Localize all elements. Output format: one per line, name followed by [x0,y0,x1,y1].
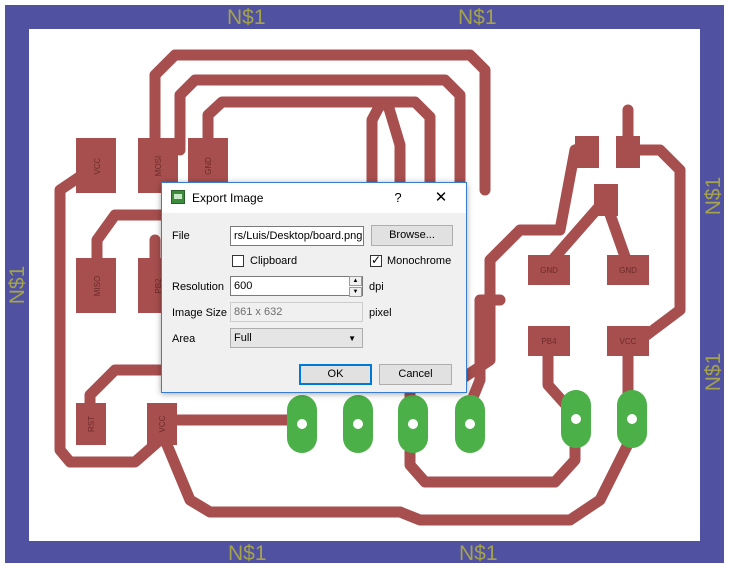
close-button[interactable]: ✕ [430,188,452,208]
net-label-left: N$1 [6,266,29,305]
monochrome-checkbox[interactable]: ✓ [370,253,382,267]
ok-button[interactable]: OK [299,364,372,385]
net-label-top-right: N$1 [458,6,497,29]
file-path-field[interactable]: rs/Luis/Desktop/board.png [230,226,364,246]
export-image-dialog: Export Image ? ✕ File rs/Luis/Desktop/bo… [161,182,467,393]
net-label-bottom-left: N$1 [228,542,267,565]
browse-button[interactable]: Browse... [371,225,453,246]
pad-label-miso: MISO [93,276,102,296]
app-icon [171,190,185,204]
pad-label-pb4: PB4 [541,337,557,346]
pad-small-2 [616,136,640,168]
help-button[interactable]: ? [388,188,408,208]
pad-label-gnd-top: GND [204,157,213,175]
pad-label-gnd-right-2: GND [619,266,637,275]
pad-small-1 [575,136,599,168]
resolution-label: Resolution [172,281,224,293]
area-select-value: Full [234,332,252,344]
area-label: Area [172,333,196,345]
image-size-field: 861 x 632 [230,302,363,322]
pad-label-vcc-bottom: VCC [158,415,167,432]
net-label-right-upper: N$1 [702,177,725,216]
pad-label-mosi: MOSI [154,156,163,176]
cancel-button[interactable]: Cancel [379,364,452,385]
header-pins [287,390,647,453]
net-label-bottom-right: N$1 [459,542,498,565]
spin-up-icon[interactable]: ▲ [349,276,362,286]
net-label-top-left: N$1 [227,6,266,29]
pad-label-rst: RST [87,416,96,432]
clipboard-checkbox[interactable] [232,255,244,267]
pad-label-gnd-right-1: GND [540,266,558,275]
resolution-spinner[interactable]: ▲ ▼ [349,276,362,297]
clipboard-label: Clipboard [250,255,298,267]
spin-down-icon[interactable]: ▼ [349,287,362,297]
area-select[interactable]: Full ▼ [230,328,363,348]
pad-label-vcc-top: VCC [93,157,102,174]
dialog-titlebar[interactable]: Export Image ? ✕ [162,183,466,213]
monochrome-label: Monochrome [387,255,452,267]
dialog-title: Export Image [192,191,264,205]
checkmark-icon: ✓ [371,253,382,267]
file-label: File [172,230,190,242]
net-label-right-lower: N$1 [702,353,725,392]
resolution-unit: dpi [369,281,384,293]
pad-label-vcc-right: VCC [620,337,637,346]
pad-small-3 [594,184,618,216]
image-size-label: Image Size [172,307,228,319]
resolution-input[interactable]: 600 [230,276,363,296]
chevron-down-icon: ▼ [348,334,356,343]
image-size-unit: pixel [369,307,392,319]
